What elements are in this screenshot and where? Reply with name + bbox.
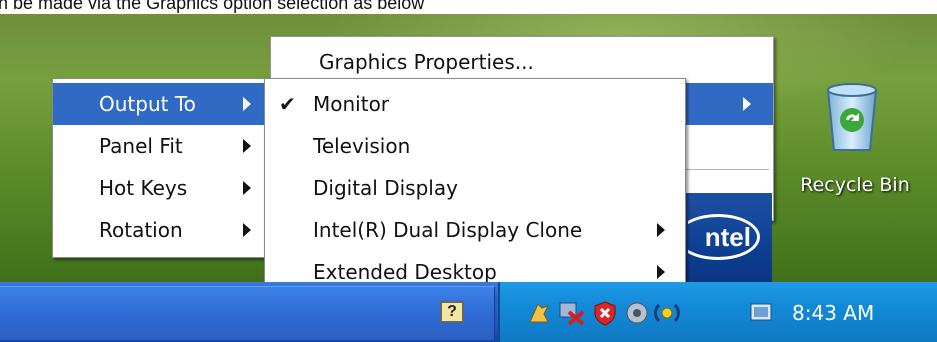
output-to-menu: ✔ Monitor Television Digital Display Int… [264,78,686,300]
menu-item-digital-display[interactable]: Digital Display [265,167,685,209]
graphics-options-menu: Output To Panel Fit Hot Keys Rotation [52,78,268,258]
recycle-bin-icon [826,83,878,151]
menu-item-television[interactable]: Television [265,125,685,167]
menu-item-rotation[interactable]: Rotation [53,209,267,251]
menu-item-label: Intel(R) Dual Display Clone [313,218,583,242]
menu-item-output-to[interactable]: Output To [53,83,267,125]
recycle-bin-shortcut[interactable]: Recycle Bin [780,80,930,215]
menu-item-label: Monitor [313,92,390,116]
taskbar-window-button[interactable] [0,286,495,340]
speaker-icon[interactable] [622,299,652,327]
submenu-arrow-icon [243,181,251,195]
menu-item-label: Panel Fit [99,134,183,158]
submenu-arrow-icon [657,223,665,237]
menu-item-monitor[interactable]: ✔ Monitor [265,83,685,125]
clock[interactable]: 8:43 AM [792,296,932,330]
display-settings-icon[interactable] [746,299,776,327]
document-caption: n be made via the Graphics option select… [0,0,937,14]
menu-item-label: Television [313,134,411,158]
menu-item-label: Output To [99,92,196,116]
wireless-icon[interactable] [652,299,682,327]
menu-item-label: Graphics Properties... [319,50,534,74]
intel-logo: ntel [688,214,760,260]
submenu-arrow-icon [743,97,751,111]
submenu-arrow-icon [243,223,251,237]
menu-item-label: Hot Keys [99,176,188,200]
menu-item-dual-display-clone[interactable]: Intel(R) Dual Display Clone [265,209,685,251]
security-shield-icon[interactable] [590,299,620,327]
menu-item-hot-keys[interactable]: Hot Keys [53,167,267,209]
submenu-arrow-icon [243,97,251,111]
menu-item-panel-fit[interactable]: Panel Fit [53,125,267,167]
submenu-arrow-icon [657,265,665,279]
network-disconnected-icon[interactable] [556,299,586,327]
menu-item-label: Rotation [99,218,183,242]
menu-item-graphics-properties[interactable]: Graphics Properties... [271,41,773,83]
checkmark-icon: ✔ [279,92,296,116]
help-icon[interactable]: ? [440,301,464,323]
network-wizard-icon[interactable] [524,299,554,327]
caption-text: n be made via the Graphics option select… [0,0,425,13]
submenu-arrow-icon [243,139,251,153]
menu-item-label: Digital Display [313,176,458,200]
recycle-bin-label: Recycle Bin [800,174,910,196]
